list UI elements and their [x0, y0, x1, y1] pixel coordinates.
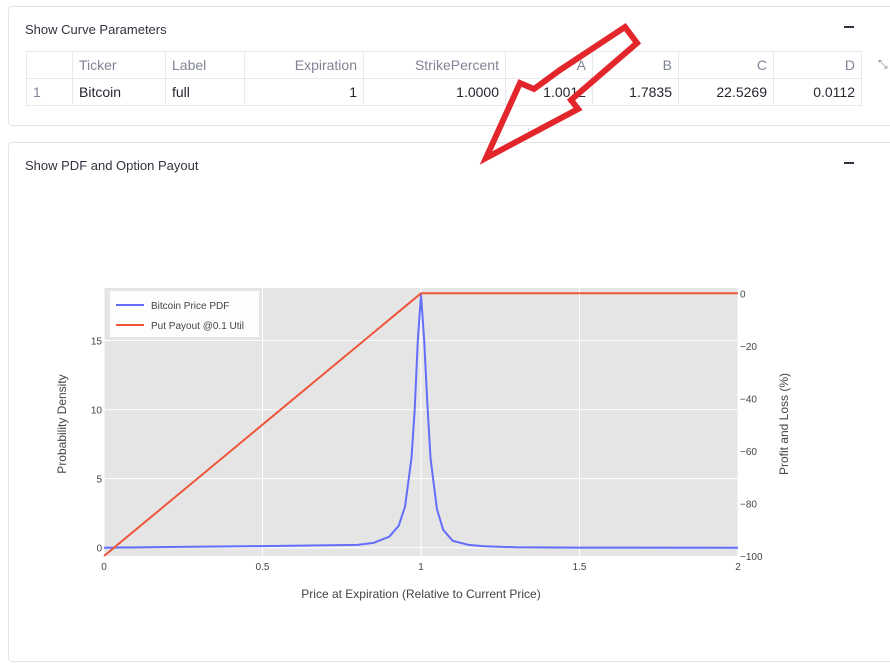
y-tick-label: 5 — [96, 475, 102, 486]
x-tick-label: 0.5 — [256, 562, 270, 573]
y-axis-title: Probability Density — [55, 374, 69, 473]
y2-tick-label: −80 — [740, 499, 757, 510]
y-tick-label: 10 — [91, 406, 103, 417]
annotation-arrow — [479, 22, 642, 165]
y-tick-label: 0 — [96, 544, 102, 555]
y2-tick-label: 0 — [740, 289, 746, 300]
y2-tick-label: −100 — [740, 552, 763, 563]
x-tick-label: 1 — [418, 562, 424, 573]
y-tick-label: 15 — [91, 336, 103, 347]
legend-label-put[interactable]: Put Payout @0.1 Util — [151, 321, 244, 332]
y2-tick-label: −60 — [740, 447, 757, 458]
x-tick-label: 0 — [101, 562, 107, 573]
y2-tick-label: −20 — [740, 342, 757, 353]
y2-axis-title: Profit and Loss (%) — [777, 373, 791, 475]
legend[interactable]: Bitcoin Price PDF Put Payout @0.1 Util — [110, 291, 259, 337]
legend-label-pdf[interactable]: Bitcoin Price PDF — [151, 301, 229, 312]
x-axis-title: Price at Expiration (Relative to Current… — [301, 587, 540, 601]
x-tick-label: 2 — [735, 562, 741, 573]
red-arrow-icon — [479, 22, 642, 165]
y2-tick-label: −40 — [740, 394, 757, 405]
pdf-payout-chart: 0 0.5 1 1.5 2 0 5 10 15 0 −20 −40 −60 −80 −100 Price a… — [55, 22, 791, 601]
x-tick-label: 1.5 — [573, 562, 587, 573]
